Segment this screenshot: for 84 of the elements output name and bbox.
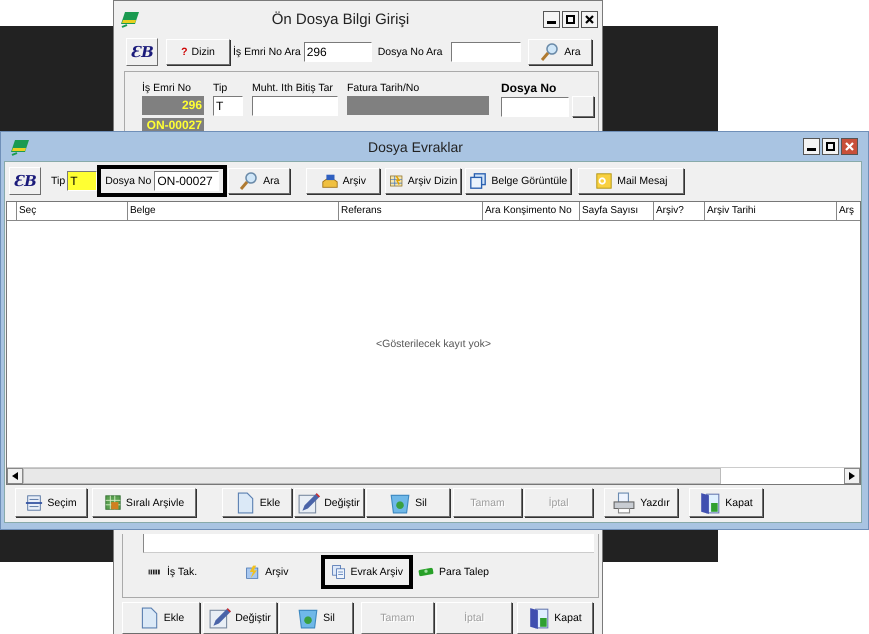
action-button[interactable]: Kapat — [689, 488, 763, 517]
column-header[interactable]: Arşiv? — [654, 202, 705, 220]
file-number-badge: ON-00027 — [142, 118, 204, 132]
search-icon — [540, 42, 560, 62]
maximize-icon — [566, 14, 575, 24]
close-icon — [845, 142, 854, 151]
logo-button[interactable]: ƐB — [126, 38, 158, 66]
minimize-button[interactable] — [803, 138, 820, 155]
action-button[interactable]: Sil — [366, 488, 450, 517]
close-button[interactable] — [581, 10, 598, 28]
action-button[interactable]: Sil — [279, 602, 353, 634]
toolbar-button[interactable]: Ara — [228, 168, 290, 194]
minimize-button[interactable] — [543, 10, 560, 28]
door-icon — [528, 606, 550, 630]
toolbar-button[interactable]: Mail Mesaj — [578, 168, 684, 194]
door-icon — [699, 490, 722, 514]
link-button[interactable]: Para Talep — [413, 555, 494, 589]
list-icon — [25, 494, 44, 512]
logo-button[interactable]: ƐB — [9, 167, 41, 195]
link-button[interactable]: İş Tak. — [143, 555, 202, 589]
type-field[interactable]: T — [67, 171, 98, 191]
column-header[interactable]: Arş — [837, 202, 860, 220]
index-button[interactable]: ? Dizin — [166, 39, 230, 65]
pencil-icon — [298, 490, 320, 514]
windows-icon — [469, 172, 488, 190]
spreadsheet-icon — [104, 494, 122, 512]
input-field[interactable] — [501, 96, 569, 116]
job-search-field[interactable]: 296 — [304, 42, 372, 62]
toolbar-button[interactable]: Belge Görüntüle — [465, 168, 572, 194]
note-icon — [595, 172, 614, 190]
column-header[interactable]: Ara Konşimento No — [483, 202, 580, 220]
action-button[interactable]: Değiştir — [203, 602, 277, 634]
close-button[interactable] — [841, 138, 858, 155]
field-label: Tip — [213, 81, 228, 96]
close-icon — [585, 14, 594, 24]
action-button[interactable]: Yazdır — [604, 488, 678, 517]
lookup-button[interactable] — [572, 96, 594, 117]
minimize-icon — [547, 20, 556, 24]
window-title: Dosya Evraklar — [367, 138, 464, 154]
right-arrow-icon — [849, 472, 855, 480]
help-icon: ? — [181, 46, 188, 58]
maximize-icon — [826, 142, 835, 151]
toolbar-button[interactable]: Arşiv — [306, 168, 380, 194]
pencil-icon — [209, 606, 232, 630]
field-label: Dosya No — [501, 80, 558, 96]
search-icon — [239, 171, 260, 191]
action-button[interactable]: Ekle — [122, 602, 200, 634]
column-header[interactable]: Seç — [17, 202, 128, 220]
documents-icon — [330, 564, 346, 580]
app-logo-icon — [120, 9, 140, 29]
column-header[interactable]: Belge — [128, 202, 339, 220]
action-button[interactable]: Değiştir — [294, 488, 364, 517]
minimize-icon — [807, 148, 816, 151]
field-label: İş Emri No Ara — [233, 46, 301, 58]
action-button[interactable]: Ekle — [222, 488, 292, 517]
column-header[interactable]: Sayfa Sayısı — [580, 202, 654, 220]
window-title: Ön Dosya Bilgi Girişi — [270, 10, 410, 28]
left-arrow-icon — [12, 472, 18, 480]
horizontal-scrollbar[interactable] — [7, 467, 860, 484]
field-label: Dosya No Ara — [378, 46, 442, 58]
maximize-button[interactable] — [822, 138, 839, 155]
action-button[interactable]: Sıralı Arşivle — [92, 488, 196, 517]
archive-tray-icon — [320, 172, 339, 190]
file-number-field[interactable]: ON-00027 — [154, 171, 220, 191]
toolbar-button[interactable]: Arşiv Dizin — [385, 168, 462, 194]
maximize-button[interactable] — [562, 10, 579, 28]
link-button[interactable]: Evrak Arşiv — [320, 555, 414, 589]
input-field[interactable]: T — [213, 96, 243, 116]
column-header[interactable]: Arşiv Tarihi — [705, 202, 837, 220]
file-search-field[interactable] — [451, 42, 522, 62]
printer-icon — [612, 492, 636, 514]
empty-message: <Gösterilecek kayıt yok> — [376, 338, 491, 350]
column-header[interactable]: Referans — [339, 202, 483, 220]
action-button[interactable]: Kapat — [517, 602, 593, 634]
field-label: Dosya No — [105, 175, 152, 187]
search-button[interactable]: Ara — [528, 39, 592, 65]
readonly-field: 296 — [142, 96, 204, 115]
field-label: Fatura Tarih/No — [347, 81, 420, 96]
field-label: Muht. Ith Bitiş Tar — [252, 81, 334, 96]
link-button[interactable]: Arşiv — [241, 555, 292, 589]
field-label: İş Emri No — [142, 80, 192, 96]
field-label: Tip — [51, 175, 66, 187]
input-field[interactable] — [252, 96, 338, 116]
action-button[interactable]: Seçim — [15, 488, 87, 517]
